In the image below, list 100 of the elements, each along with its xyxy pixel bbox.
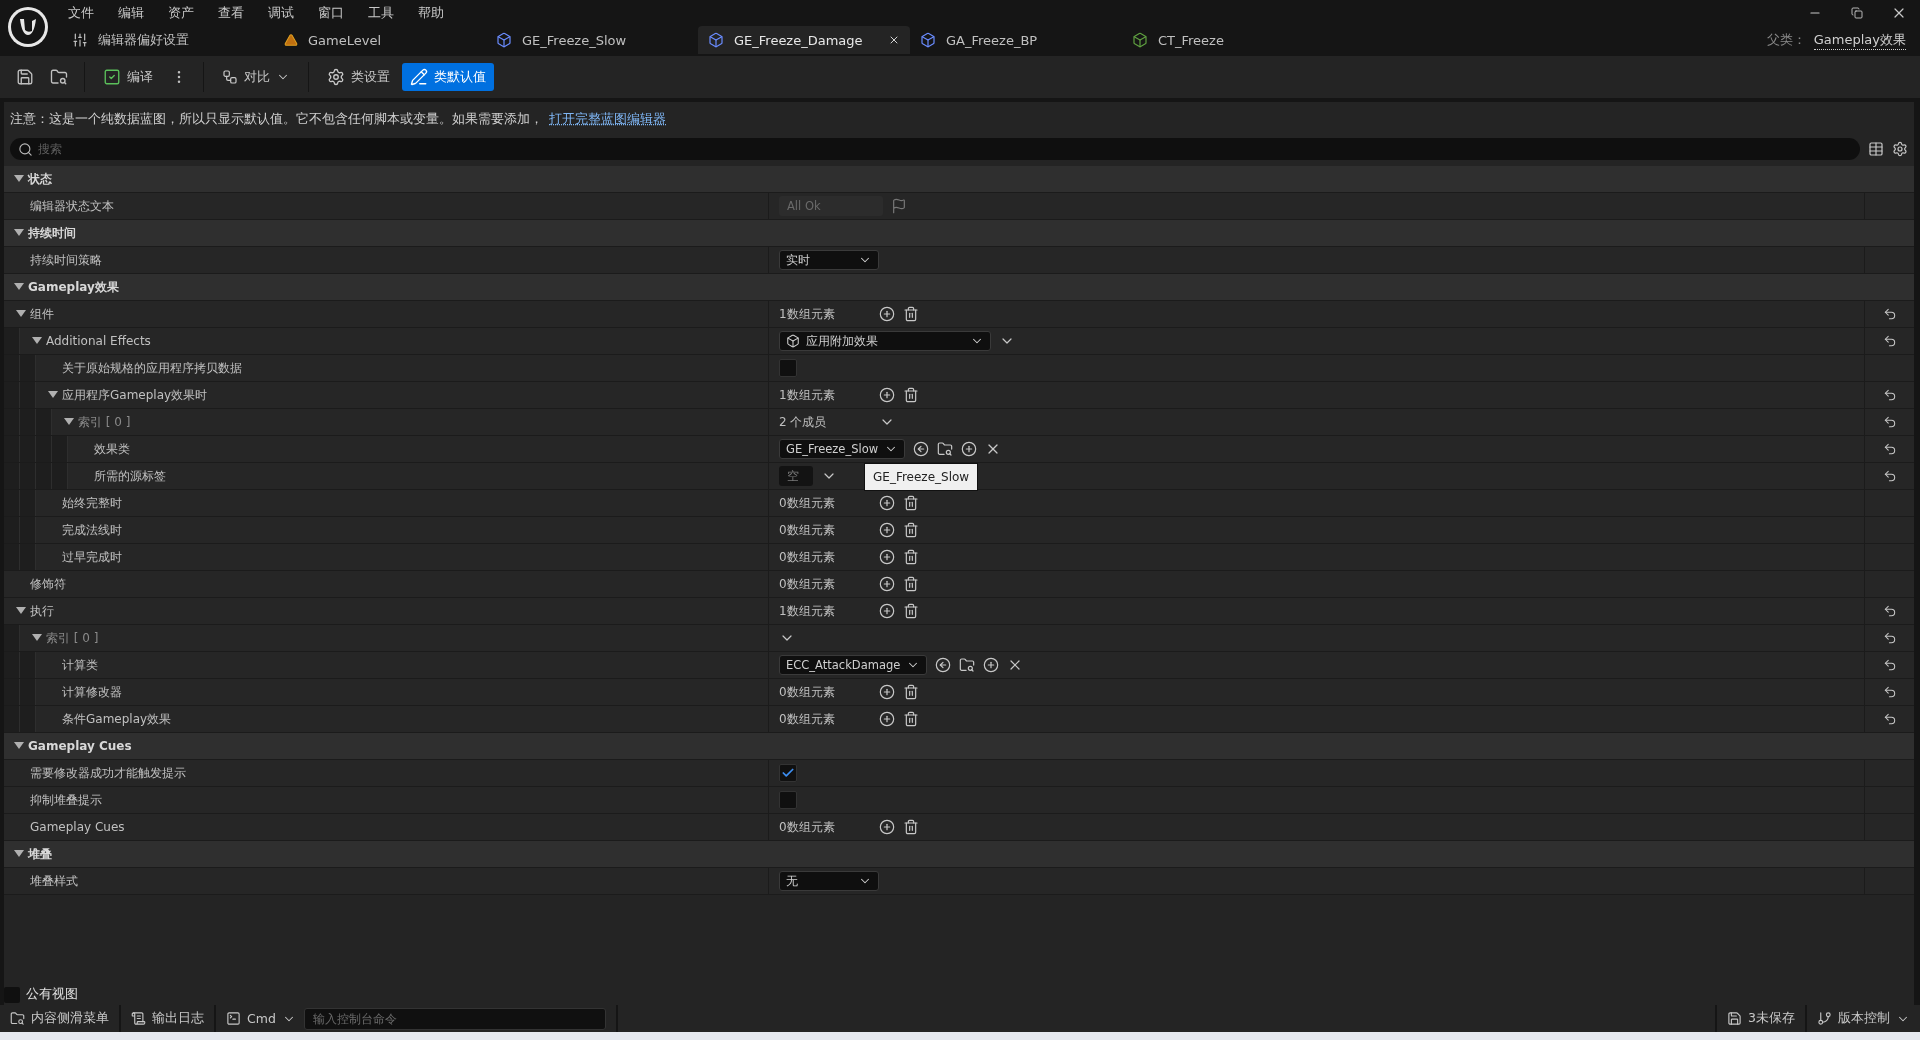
document-tab[interactable]: GA_Freeze_BP bbox=[910, 26, 1122, 54]
tag-field[interactable]: 空 bbox=[779, 466, 813, 486]
dropdown[interactable]: 实时 bbox=[779, 250, 879, 270]
trash-icon[interactable] bbox=[903, 522, 919, 538]
trash-icon[interactable] bbox=[903, 387, 919, 403]
array-count: 1数组元素 bbox=[779, 386, 836, 404]
expand-arrow-icon[interactable] bbox=[16, 310, 26, 318]
folder-search-icon[interactable] bbox=[959, 657, 976, 673]
menu-item[interactable]: 调试 bbox=[256, 2, 306, 24]
mode-button[interactable]: 类设置 bbox=[319, 63, 398, 91]
reset-icon[interactable] bbox=[1882, 442, 1897, 456]
expand-arrow-icon[interactable] bbox=[32, 634, 42, 642]
menu-item[interactable]: 工具 bbox=[356, 2, 406, 24]
asset-dropdown[interactable]: GE_Freeze_Slow bbox=[779, 439, 906, 459]
diff-button[interactable]: 对比 bbox=[214, 63, 298, 91]
open-editor-link[interactable]: 打开完整蓝图编辑器 bbox=[549, 110, 666, 128]
reset-icon[interactable] bbox=[1882, 712, 1897, 726]
reset-icon[interactable] bbox=[1882, 307, 1897, 321]
cmd-dropdown[interactable]: Cmd bbox=[226, 1011, 296, 1026]
add-icon[interactable] bbox=[879, 711, 895, 727]
trash-icon[interactable] bbox=[903, 684, 919, 700]
expand-arrow-icon[interactable] bbox=[14, 850, 24, 858]
reset-icon[interactable] bbox=[1882, 469, 1897, 483]
trash-icon[interactable] bbox=[903, 495, 919, 511]
reset-icon[interactable] bbox=[1882, 334, 1897, 348]
trash-icon[interactable] bbox=[903, 306, 919, 322]
checkbox[interactable] bbox=[779, 359, 797, 377]
property-label: 组件 bbox=[30, 305, 54, 323]
menu-item[interactable]: 文件 bbox=[56, 2, 106, 24]
category-header[interactable]: 堆叠 bbox=[28, 845, 52, 863]
cube-icon bbox=[1132, 32, 1148, 48]
add-icon[interactable] bbox=[983, 657, 1000, 673]
class-dropdown[interactable]: 应用附加效果 bbox=[779, 331, 991, 351]
settings-icon[interactable] bbox=[1892, 141, 1908, 157]
reset-icon[interactable] bbox=[1882, 685, 1897, 699]
add-icon[interactable] bbox=[879, 522, 895, 538]
compile-button[interactable]: 编译 bbox=[95, 63, 161, 91]
content-drawer-button[interactable]: 内容侧滑菜单 bbox=[0, 1005, 119, 1032]
add-icon[interactable] bbox=[879, 387, 895, 403]
reset-icon[interactable] bbox=[1882, 388, 1897, 402]
expand-arrow-icon[interactable] bbox=[64, 418, 74, 426]
menu-item[interactable]: 资产 bbox=[156, 2, 206, 24]
expand-arrow-icon[interactable] bbox=[48, 391, 58, 399]
logo[interactable] bbox=[6, 5, 50, 49]
trash-icon[interactable] bbox=[903, 549, 919, 565]
reset-icon[interactable] bbox=[1882, 415, 1897, 429]
trash-icon[interactable] bbox=[903, 603, 919, 619]
add-icon[interactable] bbox=[879, 549, 895, 565]
folder-search-icon[interactable] bbox=[937, 441, 954, 457]
property-label: 所需的源标签 bbox=[94, 467, 166, 485]
source-control-button[interactable]: 版本控制 bbox=[1807, 1005, 1920, 1032]
checkbox[interactable] bbox=[779, 791, 797, 809]
cube-icon bbox=[786, 334, 800, 348]
document-tab[interactable]: GE_Freeze_Slow bbox=[486, 26, 698, 54]
console-input[interactable]: 输入控制台命令 bbox=[303, 1007, 606, 1030]
trash-icon[interactable] bbox=[903, 819, 919, 835]
menu-item[interactable]: 窗口 bbox=[306, 2, 356, 24]
parent-class-link[interactable]: Gameplay效果 bbox=[1813, 30, 1906, 50]
expand-arrow-icon[interactable] bbox=[14, 742, 24, 750]
asset-dropdown[interactable]: ECC_AttackDamage bbox=[779, 655, 928, 675]
expand-arrow-icon[interactable] bbox=[14, 229, 24, 237]
cube-icon bbox=[920, 32, 936, 48]
expand-arrow-icon[interactable] bbox=[16, 607, 26, 615]
add-icon[interactable] bbox=[879, 576, 895, 592]
add-icon[interactable] bbox=[879, 603, 895, 619]
array-count: 0数组元素 bbox=[779, 710, 836, 728]
trash-icon[interactable] bbox=[903, 576, 919, 592]
expand-arrow-icon[interactable] bbox=[14, 283, 24, 291]
expand-arrow-icon[interactable] bbox=[32, 337, 42, 345]
reset-icon[interactable] bbox=[1882, 604, 1897, 618]
category-header[interactable]: 持续时间 bbox=[28, 224, 76, 242]
category-header[interactable]: Gameplay效果 bbox=[28, 278, 119, 296]
document-tab[interactable]: GE_Freeze_Damage bbox=[698, 26, 910, 54]
add-icon[interactable] bbox=[879, 684, 895, 700]
add-icon[interactable] bbox=[879, 495, 895, 511]
arrow-left-icon[interactable] bbox=[913, 441, 930, 457]
menu-item[interactable]: 查看 bbox=[206, 2, 256, 24]
category-header[interactable]: 状态 bbox=[28, 170, 52, 188]
add-icon[interactable] bbox=[961, 441, 978, 457]
table-icon[interactable] bbox=[1868, 141, 1884, 157]
output-log-button[interactable]: 输出日志 bbox=[121, 1005, 214, 1032]
arrow-left-icon[interactable] bbox=[935, 657, 952, 673]
trash-icon[interactable] bbox=[903, 711, 919, 727]
mode-button[interactable]: 类默认值 bbox=[402, 63, 494, 91]
expand-arrow-icon[interactable] bbox=[14, 175, 24, 183]
checkbox[interactable] bbox=[779, 764, 797, 782]
category-header[interactable]: Gameplay Cues bbox=[28, 739, 132, 753]
add-icon[interactable] bbox=[879, 819, 895, 835]
search-field[interactable]: 搜索 bbox=[10, 138, 1860, 160]
document-tab[interactable]: CT_Freeze bbox=[1122, 26, 1334, 54]
document-tab[interactable]: GameLevel bbox=[274, 26, 486, 54]
document-tab[interactable]: 编辑器偏好设置 bbox=[62, 26, 274, 54]
dropdown[interactable]: 无 bbox=[779, 871, 879, 891]
menu-item[interactable]: 编辑 bbox=[106, 2, 156, 24]
property-label: 关于原始规格的应用程序拷贝数据 bbox=[62, 359, 242, 377]
reset-icon[interactable] bbox=[1882, 631, 1897, 645]
add-icon[interactable] bbox=[879, 306, 895, 322]
menu-item[interactable]: 帮助 bbox=[406, 2, 456, 24]
reset-icon[interactable] bbox=[1882, 658, 1897, 672]
unsaved-button[interactable]: 3未保存 bbox=[1717, 1005, 1805, 1032]
